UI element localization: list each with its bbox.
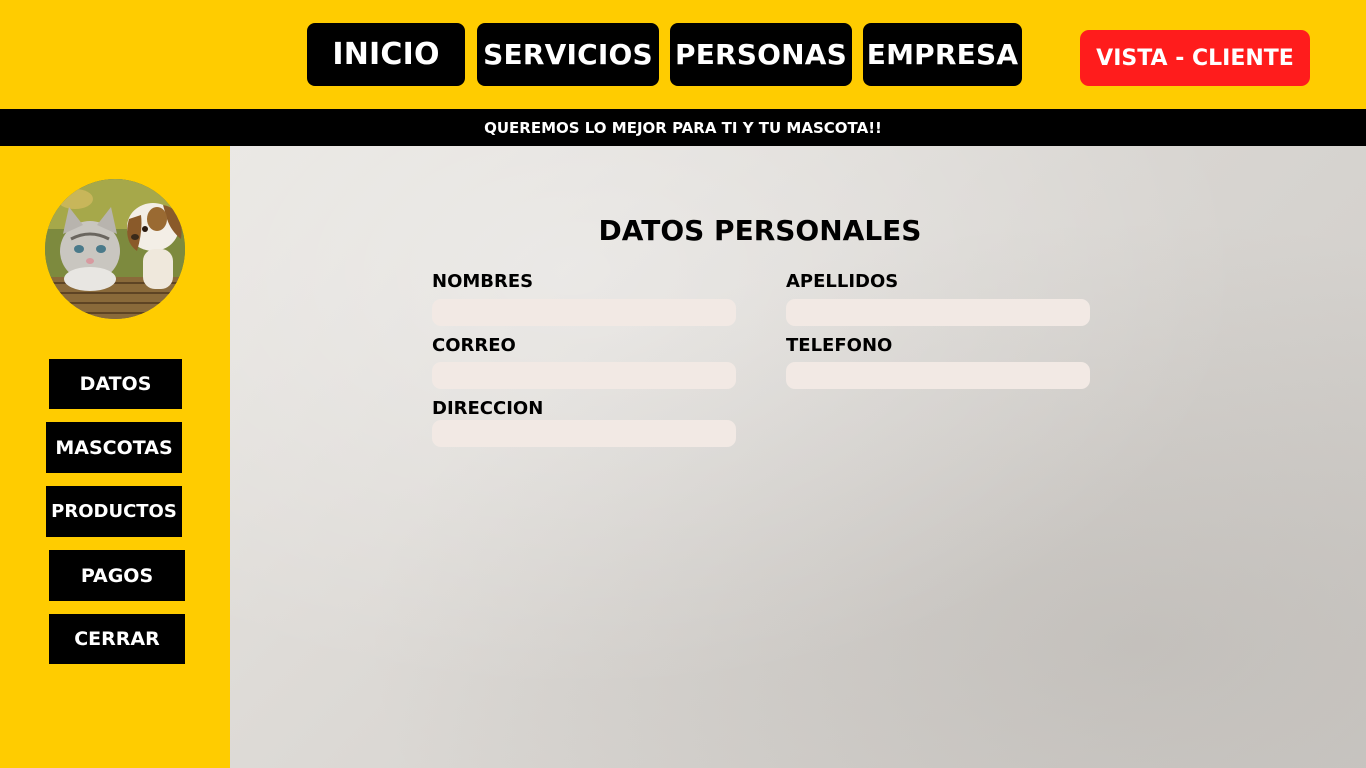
sidebar-item-cerrar[interactable]: CERRAR	[49, 614, 185, 664]
sidebar: DATOS MASCOTAS PRODUCTOS PAGOS CERRAR	[0, 146, 230, 768]
correo-input[interactable]	[432, 362, 736, 389]
sidebar-item-mascotas[interactable]: MASCOTAS	[46, 422, 182, 473]
sidebar-item-pagos[interactable]: PAGOS	[49, 550, 185, 601]
nombres-label: NOMBRES	[432, 271, 534, 292]
nombres-input[interactable]	[432, 299, 736, 326]
telefono-label: TELEFONO	[786, 335, 893, 356]
apellidos-label: APELLIDOS	[786, 271, 899, 292]
nav-servicios-button[interactable]: SERVICIOS	[477, 23, 659, 86]
direccion-label: DIRECCION	[432, 398, 544, 419]
top-header: INICIO SERVICIOS PERSONAS EMPRESA VISTA …	[0, 0, 1366, 109]
sidebar-item-productos[interactable]: PRODUCTOS	[46, 486, 182, 537]
telefono-input[interactable]	[786, 362, 1090, 389]
sidebar-item-datos[interactable]: DATOS	[49, 359, 182, 409]
direccion-input[interactable]	[432, 420, 736, 447]
nav-inicio-button[interactable]: INICIO	[307, 23, 465, 86]
slogan-banner: QUEREMOS LO MEJOR PARA TI Y TU MASCOTA!!	[0, 109, 1366, 146]
apellidos-input[interactable]	[786, 299, 1090, 326]
page-title: DATOS PERSONALES	[598, 214, 922, 247]
slogan-text: QUEREMOS LO MEJOR PARA TI Y TU MASCOTA!!	[484, 118, 882, 137]
pet-photo-icon	[45, 179, 185, 319]
correo-label: CORREO	[432, 335, 516, 356]
main-content: DATOS PERSONALES NOMBRES APELLIDOS CORRE…	[230, 146, 1366, 768]
vista-cliente-button[interactable]: VISTA - CLIENTE	[1080, 30, 1310, 86]
nav-empresa-button[interactable]: EMPRESA	[863, 23, 1022, 86]
nav-personas-button[interactable]: PERSONAS	[670, 23, 852, 86]
